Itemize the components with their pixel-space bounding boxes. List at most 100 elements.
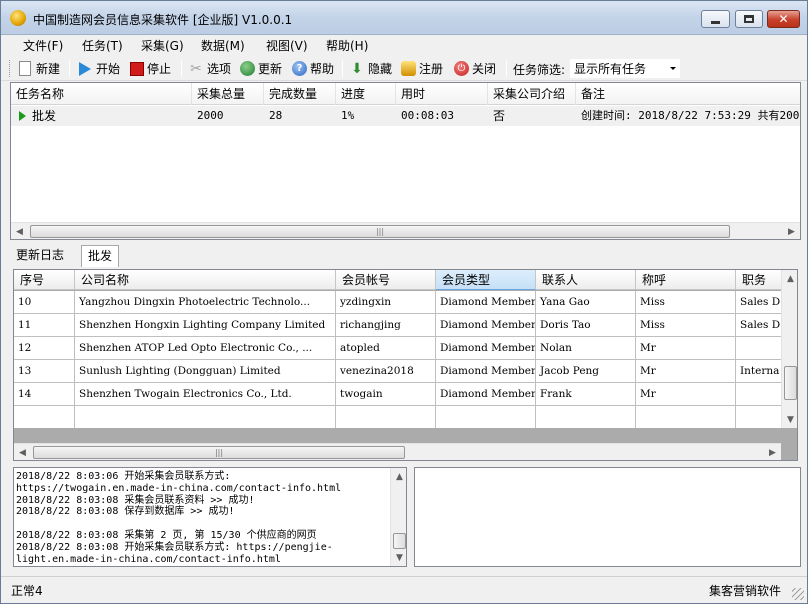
table-row[interactable]	[14, 406, 781, 428]
table-row[interactable]: 13 Sunlush Lighting (Dongguan) Limited ven…	[14, 360, 781, 383]
resize-grip-icon[interactable]	[792, 588, 804, 600]
scroll-right-arrow-icon[interactable]: ▶	[783, 223, 800, 239]
grid-cell-position[interactable]: Sales D	[736, 314, 781, 337]
scroll-up-arrow-icon[interactable]: ▲	[391, 468, 406, 485]
grid-cell-contact[interactable]: Nolan	[536, 337, 636, 360]
table-row[interactable]: 10 Yangzhou Dingxin Photoelectric Technol…	[14, 291, 781, 314]
grid-cell-member-type[interactable]	[436, 406, 536, 428]
menu-data[interactable]: 数据(M)	[201, 37, 245, 54]
menu-collect[interactable]: 采集(G)	[141, 37, 184, 54]
member-data-grid[interactable]: 序号 公司名称 会员帐号 会员类型 联系人 称呼 职务 10 Yangzhou D…	[13, 269, 798, 461]
grid-cell-account[interactable]	[336, 406, 436, 428]
hide-button[interactable]: ⬇ 隐藏	[349, 59, 392, 78]
close-button[interactable]: ⏻ 关闭	[454, 59, 496, 78]
grid-cell-index[interactable]: 14	[14, 383, 75, 406]
column-header-collect-intro[interactable]: 采集公司介绍	[488, 83, 576, 105]
grid-cell-index[interactable]: 12	[14, 337, 75, 360]
stop-button[interactable]: 停止	[130, 59, 171, 78]
grid-cell-title[interactable]: Mr	[636, 360, 736, 383]
menu-view[interactable]: 视图(V)	[266, 37, 308, 54]
grid-cell-member-type[interactable]: Diamond Member	[436, 314, 536, 337]
maximize-button[interactable]	[735, 10, 763, 28]
grid-column-member-type[interactable]: 会员类型	[436, 270, 536, 290]
toolbar-grip[interactable]	[9, 60, 12, 77]
column-header-done[interactable]: 完成数量	[264, 83, 336, 105]
grid-cell-position[interactable]	[736, 383, 781, 406]
grid-column-title[interactable]: 称呼	[636, 270, 736, 290]
log-vscrollbar[interactable]: ▲ ▼	[390, 468, 406, 566]
grid-vscrollbar[interactable]: ▲ ▼	[781, 270, 797, 428]
grid-cell-title[interactable]: Miss	[636, 314, 736, 337]
task-list-hscrollbar[interactable]: ◀ ||| ▶	[11, 222, 800, 239]
grid-cell-title[interactable]: Mr	[636, 383, 736, 406]
grid-cell-index[interactable]: 10	[14, 291, 75, 314]
grid-cell-contact[interactable]: Frank	[536, 383, 636, 406]
grid-cell-contact[interactable]	[536, 406, 636, 428]
grid-cell-index[interactable]: 11	[14, 314, 75, 337]
title-bar[interactable]: 中国制造网会员信息采集软件 [企业版] V1.0.0.1 ✕	[1, 1, 807, 35]
column-header-total[interactable]: 采集总量	[192, 83, 264, 105]
menu-task[interactable]: 任务(T)	[82, 37, 123, 54]
menu-help[interactable]: 帮助(H)	[326, 37, 368, 54]
grid-cell-position[interactable]: Sales D	[736, 291, 781, 314]
grid-cell-contact[interactable]: Yana Gao	[536, 291, 636, 314]
grid-cell-contact[interactable]: Jacob Peng	[536, 360, 636, 383]
grid-cell-member-type[interactable]: Diamond Member	[436, 337, 536, 360]
table-row[interactable]: 12 Shenzhen ATOP Led Opto Electronic Co.,…	[14, 337, 781, 360]
scroll-left-arrow-icon[interactable]: ◀	[14, 444, 31, 460]
grid-cell-account[interactable]: yzdingxin	[336, 291, 436, 314]
minimize-button[interactable]	[701, 10, 730, 28]
grid-cell-title[interactable]	[636, 406, 736, 428]
task-filter-select[interactable]: 显示所有任务	[569, 58, 681, 79]
column-header-note[interactable]: 备注	[576, 83, 800, 105]
scroll-thumb[interactable]: |||	[30, 225, 730, 238]
grid-cell-company[interactable]: Shenzhen ATOP Led Opto Electronic Co., .…	[75, 337, 336, 360]
register-button[interactable]: 注册	[401, 59, 443, 78]
grid-cell-member-type[interactable]: Diamond Member	[436, 291, 536, 314]
grid-cell-account[interactable]: atopled	[336, 337, 436, 360]
task-list[interactable]: 任务名称 采集总量 完成数量 进度 用时 采集公司介绍 备注 批发 2000 2…	[10, 82, 801, 240]
help-button[interactable]: ? 帮助	[292, 59, 334, 78]
column-header-task-name[interactable]: 任务名称	[11, 83, 192, 105]
grid-column-contact[interactable]: 联系人	[536, 270, 636, 290]
grid-cell-account[interactable]: venezina2018	[336, 360, 436, 383]
detail-panel[interactable]	[414, 467, 801, 567]
grid-column-account[interactable]: 会员帐号	[336, 270, 436, 290]
grid-column-index[interactable]: 序号	[14, 270, 75, 290]
options-button[interactable]: ✂ 选项	[188, 59, 231, 78]
column-header-elapsed[interactable]: 用时	[396, 83, 488, 105]
grid-cell-company[interactable]: Yangzhou Dingxin Photoelectric Technolo.…	[75, 291, 336, 314]
scroll-down-arrow-icon[interactable]: ▼	[391, 549, 406, 566]
grid-cell-index[interactable]	[14, 406, 75, 428]
tab-wholesale[interactable]: 批发	[81, 245, 120, 267]
tab-update-log[interactable]: 更新日志	[10, 245, 70, 267]
new-button[interactable]: 新建	[17, 59, 60, 78]
scroll-up-arrow-icon[interactable]: ▲	[782, 270, 797, 287]
grid-cell-company[interactable]: Shenzhen Twogain Electronics Co., Ltd.	[75, 383, 336, 406]
grid-cell-position[interactable]	[736, 337, 781, 360]
table-row[interactable]: 14 Shenzhen Twogain Electronics Co., Ltd.…	[14, 383, 781, 406]
scroll-right-arrow-icon[interactable]: ▶	[764, 444, 781, 460]
grid-hscrollbar[interactable]: ◀ ||| ▶	[14, 443, 781, 460]
grid-cell-company[interactable]: Shenzhen Hongxin Lighting Company Limite…	[75, 314, 336, 337]
scroll-thumb[interactable]: |||	[33, 446, 405, 459]
update-button[interactable]: 更新	[240, 59, 282, 78]
grid-cell-account[interactable]: twogain	[336, 383, 436, 406]
column-header-progress[interactable]: 进度	[336, 83, 396, 105]
task-row[interactable]: 批发 2000 28 1% 00:08:03 否 创建时间: 2018/8/22…	[11, 106, 800, 126]
grid-cell-member-type[interactable]: Diamond Member	[436, 383, 536, 406]
grid-cell-company[interactable]: Sunlush Lighting (Dongguan) Limited	[75, 360, 336, 383]
scroll-thumb[interactable]	[784, 366, 797, 400]
grid-cell-position[interactable]: Interna	[736, 360, 781, 383]
grid-cell-index[interactable]: 13	[14, 360, 75, 383]
start-button[interactable]: 开始	[77, 59, 120, 78]
grid-column-company[interactable]: 公司名称	[75, 270, 336, 290]
grid-cell-title[interactable]: Mr	[636, 337, 736, 360]
grid-cell-title[interactable]: Miss	[636, 291, 736, 314]
log-output[interactable]: 2018/8/22 8:03:06 开始采集会员联系方式: https://tw…	[13, 467, 407, 567]
scroll-down-arrow-icon[interactable]: ▼	[782, 411, 797, 428]
scroll-thumb[interactable]	[393, 533, 406, 549]
grid-cell-account[interactable]: richangjing	[336, 314, 436, 337]
menu-file[interactable]: 文件(F)	[23, 37, 63, 54]
grid-cell-position[interactable]	[736, 406, 781, 428]
